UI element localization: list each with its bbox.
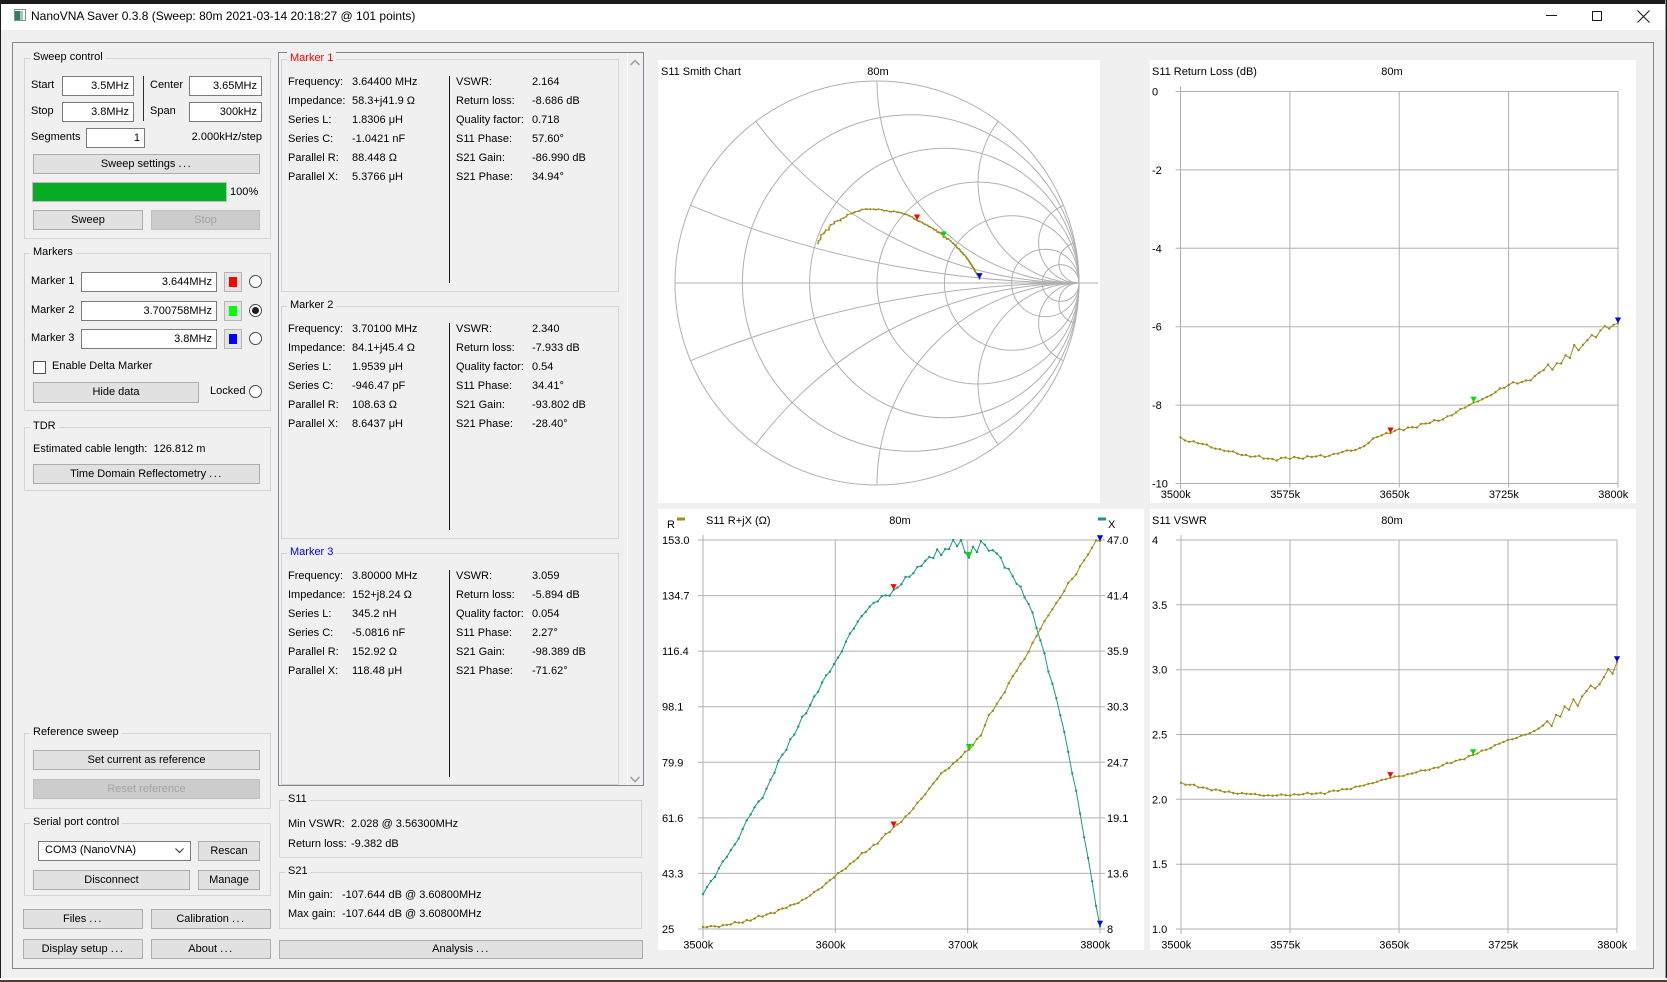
svg-text:0: 0 (1152, 87, 1158, 99)
svg-text:S11 Return Loss (dB): S11 Return Loss (dB) (1152, 66, 1257, 78)
svg-text:79.9: 79.9 (662, 757, 683, 769)
svg-text:19.1: 19.1 (1107, 813, 1128, 825)
svg-text:4: 4 (1152, 535, 1158, 547)
svg-text:3500k: 3500k (1161, 940, 1191, 951)
svg-text:3575k: 3575k (1270, 940, 1300, 951)
svg-text:3725k: 3725k (1488, 940, 1518, 951)
svg-text:80m: 80m (889, 515, 910, 527)
svg-text:3800k: 3800k (1080, 940, 1110, 951)
svg-text:80m: 80m (1381, 66, 1402, 78)
svg-text:153.0: 153.0 (662, 535, 690, 547)
svg-text:3650k: 3650k (1380, 489, 1410, 501)
svg-text:3650k: 3650k (1379, 940, 1409, 951)
svg-text:X: X (1108, 519, 1116, 531)
svg-text:8: 8 (1107, 924, 1113, 936)
svg-text:3500k: 3500k (683, 940, 713, 951)
svg-text:47.0: 47.0 (1107, 535, 1128, 547)
svg-text:13.6: 13.6 (1107, 868, 1128, 880)
svg-text:S11 R+jX (Ω): S11 R+jX (Ω) (706, 515, 771, 527)
svg-text:R: R (667, 519, 675, 531)
svg-text:41.4: 41.4 (1107, 591, 1128, 603)
svg-text:-4: -4 (1152, 243, 1162, 255)
svg-text:80m: 80m (1381, 515, 1402, 527)
svg-text:3700k: 3700k (948, 940, 978, 951)
svg-text:2.5: 2.5 (1152, 730, 1167, 742)
svg-text:-8: -8 (1152, 400, 1162, 412)
svg-text:3575k: 3575k (1270, 489, 1300, 501)
svg-text:25: 25 (662, 924, 674, 936)
svg-text:35.9: 35.9 (1107, 646, 1128, 658)
svg-text:30.3: 30.3 (1107, 702, 1128, 714)
svg-text:S11 Smith Chart: S11 Smith Chart (661, 66, 741, 78)
svg-text:43.3: 43.3 (662, 868, 683, 880)
svg-text:80m: 80m (867, 66, 888, 78)
svg-text:3800k: 3800k (1597, 940, 1627, 951)
svg-text:3.5: 3.5 (1152, 600, 1167, 612)
svg-text:116.4: 116.4 (662, 646, 689, 658)
svg-text:98.1: 98.1 (662, 702, 683, 714)
svg-text:3600k: 3600k (816, 940, 846, 951)
svg-text:S11 VSWR: S11 VSWR (1152, 515, 1207, 527)
svg-text:1.5: 1.5 (1152, 859, 1167, 871)
svg-text:61.6: 61.6 (662, 813, 683, 825)
svg-text:-2: -2 (1152, 165, 1162, 177)
svg-text:2.0: 2.0 (1152, 794, 1167, 806)
svg-text:134.7: 134.7 (662, 591, 690, 603)
svg-text:3500k: 3500k (1161, 489, 1191, 501)
svg-text:3800k: 3800k (1598, 489, 1628, 501)
svg-text:1.0: 1.0 (1152, 924, 1167, 936)
svg-text:3725k: 3725k (1489, 489, 1519, 501)
svg-text:-6: -6 (1152, 322, 1162, 334)
svg-text:3.0: 3.0 (1152, 665, 1167, 677)
svg-text:24.7: 24.7 (1107, 757, 1128, 769)
